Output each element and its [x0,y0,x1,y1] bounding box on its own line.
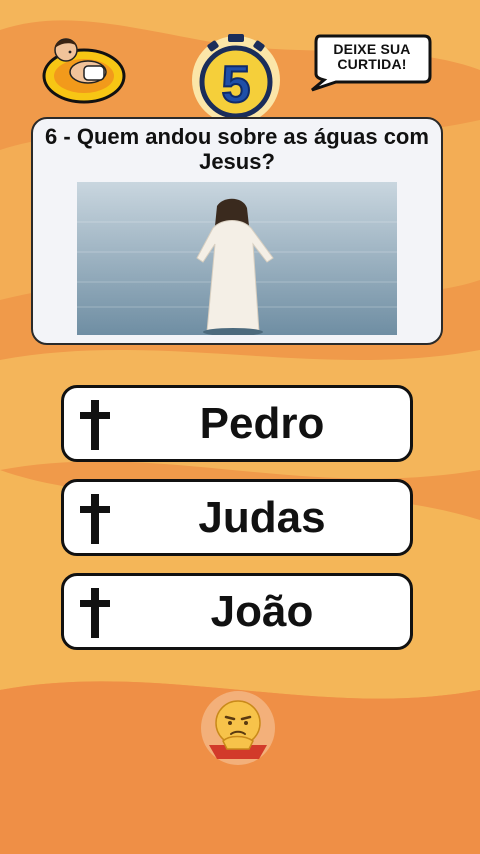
answer-label: Pedro [199,398,325,448]
answer-option-joao[interactable]: João [61,573,413,650]
answer-option-pedro[interactable]: Pedro [61,385,413,462]
bubble-line-1: DEIXE SUA [333,41,411,57]
baby-jesus-icon [42,38,126,104]
like-prompt: DEIXE SUA CURTIDA! [320,42,424,72]
timer-count: 5 [222,56,251,114]
cross-icon [80,400,110,450]
answer-label: João [210,586,314,636]
answer-option-judas[interactable]: Judas [61,479,413,556]
question-text: 6 - Quem andou sobre as águas com Jesus? [45,124,429,174]
cross-icon [80,494,110,544]
cross-icon [80,588,110,638]
jesus-walking-on-water-image [77,182,397,335]
stopwatch-timer: 5 [192,34,280,124]
thinking-emoji-icon [201,691,275,765]
answer-label: Judas [198,492,326,542]
bubble-line-2: CURTIDA! [337,56,407,72]
